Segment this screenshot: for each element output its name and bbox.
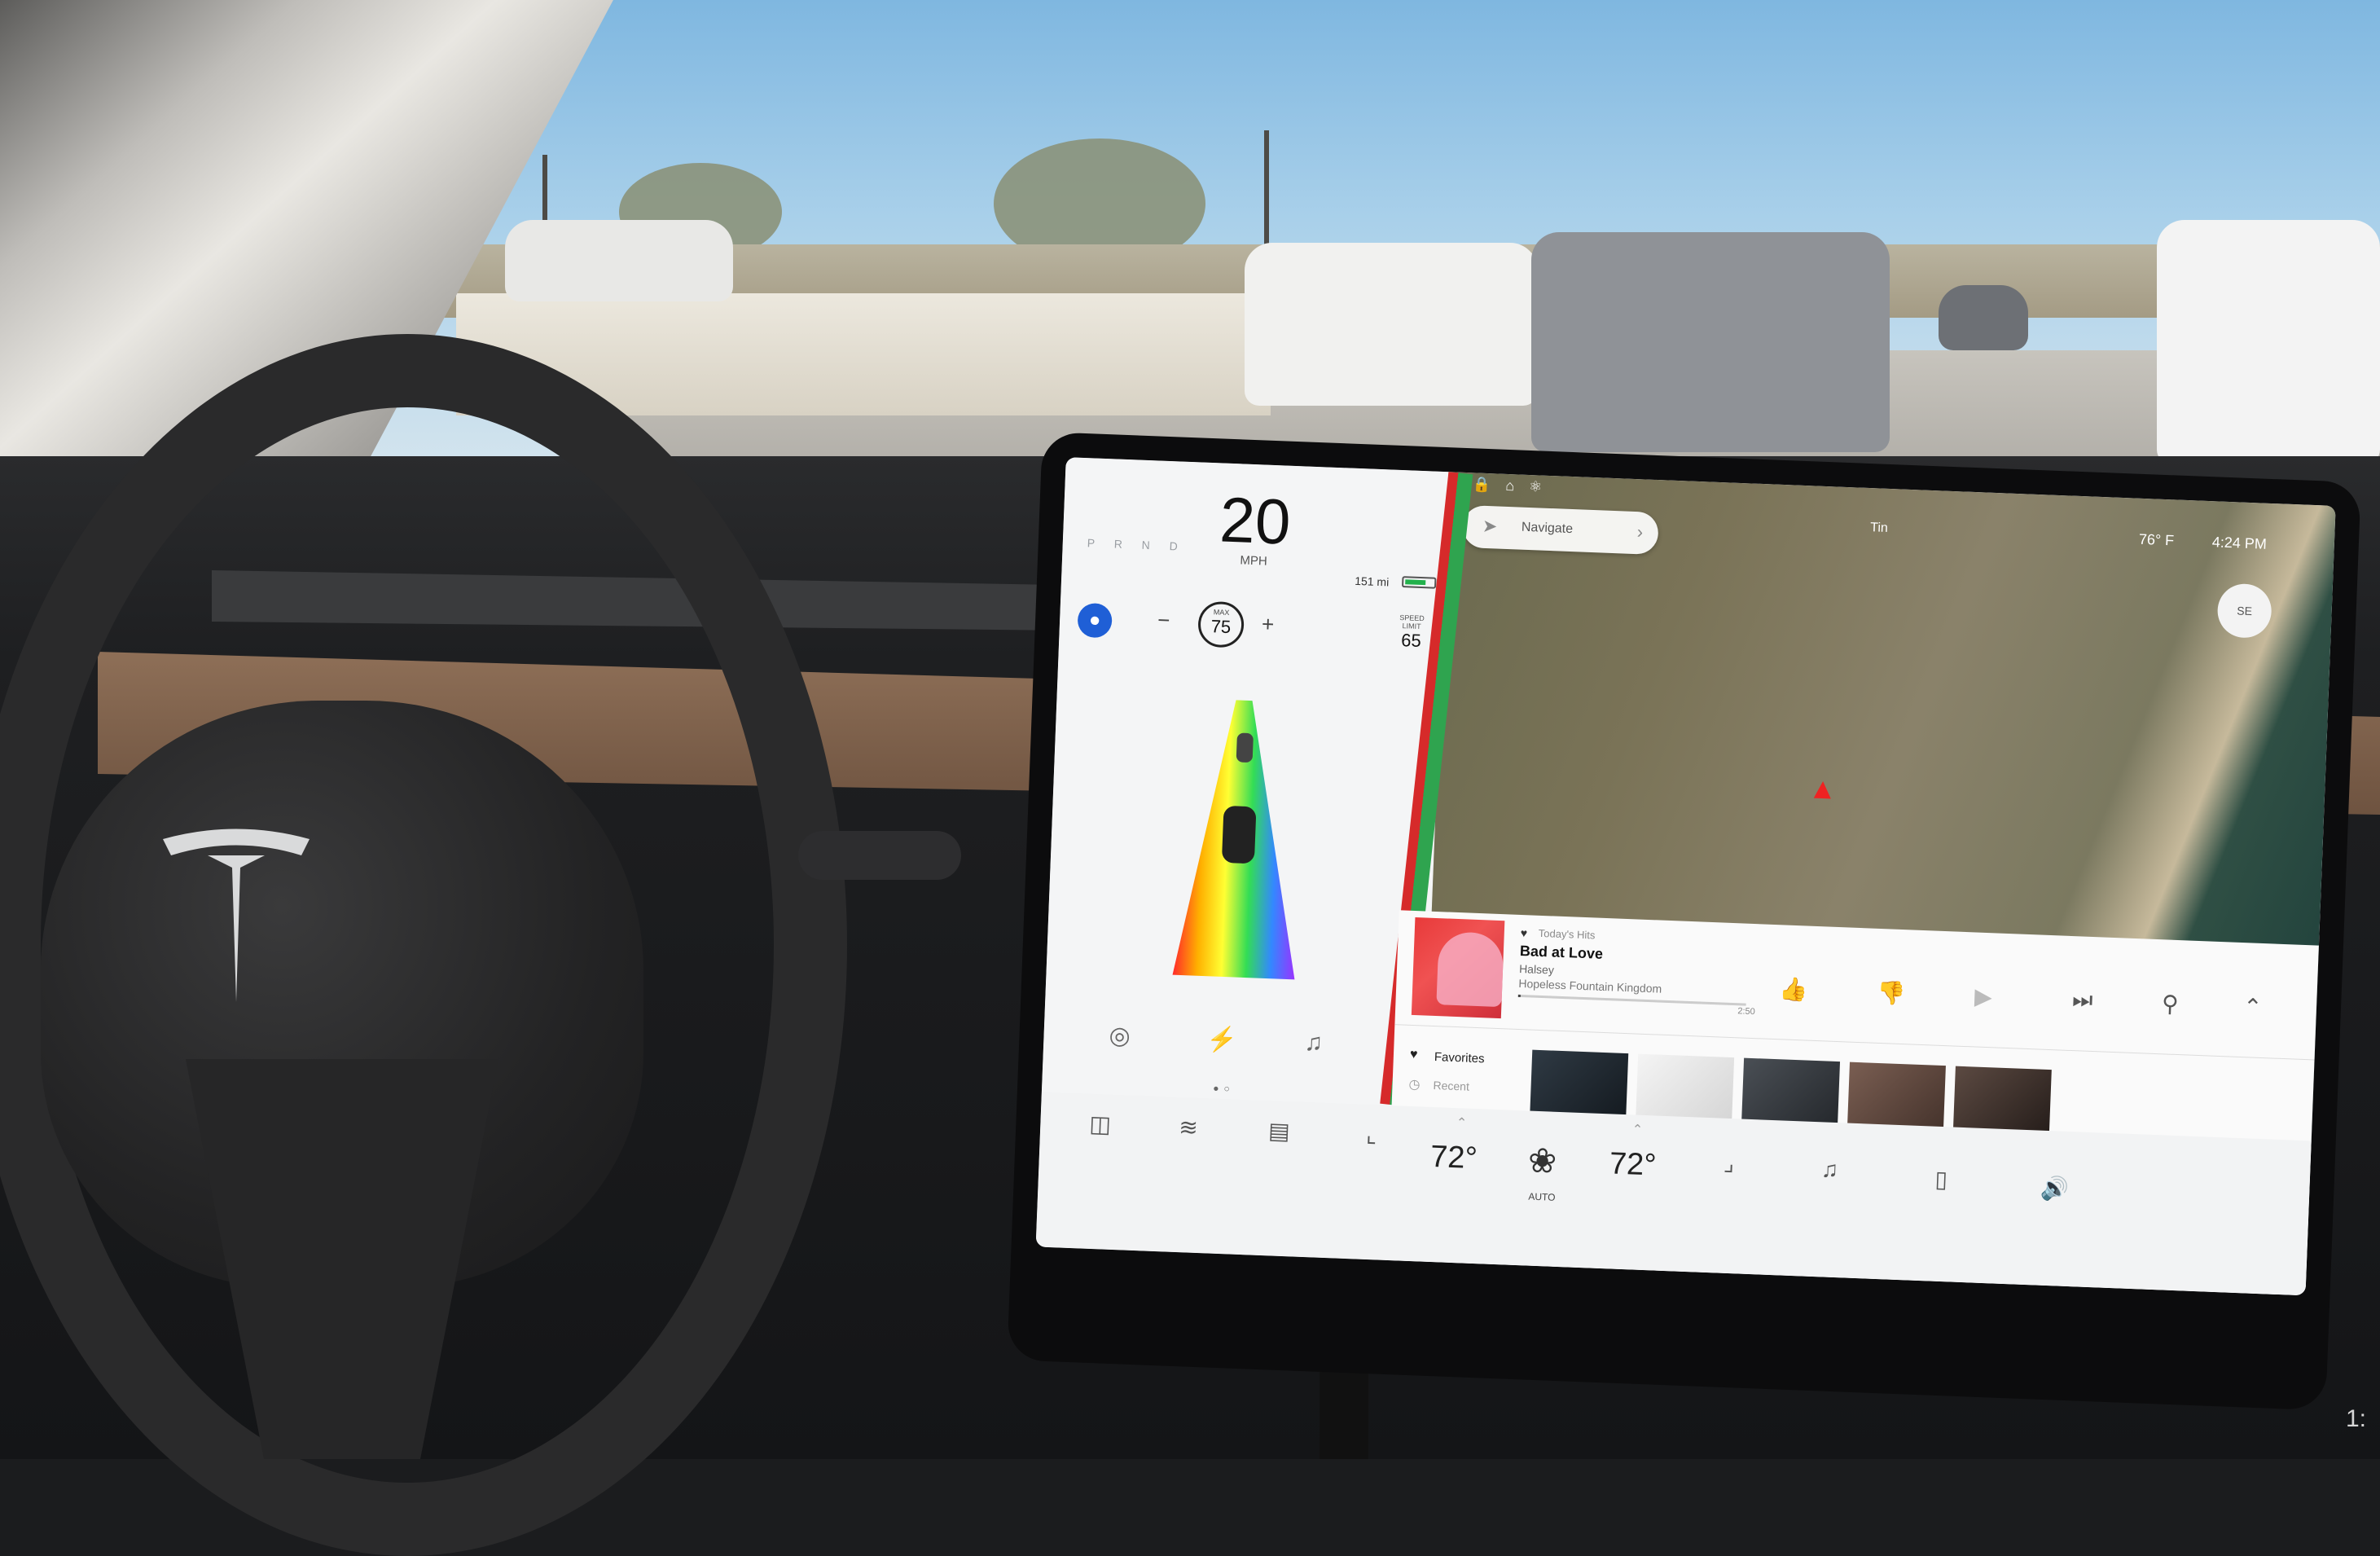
search-icon[interactable]: ⚲ bbox=[2161, 990, 2179, 1018]
mic-icon[interactable]: ♫ bbox=[1304, 1029, 1324, 1057]
distant-car bbox=[1939, 285, 2028, 350]
seat-heat-right-icon[interactable]: ⌟ bbox=[1724, 1149, 1735, 1176]
clock: 4:24 PM bbox=[2211, 534, 2268, 552]
speed-limit-label: SPEED LIMIT bbox=[1399, 613, 1425, 631]
navigate-arrow-icon: ➤ bbox=[1482, 515, 1498, 537]
gear-stalk bbox=[798, 831, 961, 880]
track-time: 2:50 bbox=[1737, 1006, 1755, 1018]
driver-temperature[interactable]: 72° bbox=[1429, 1140, 1478, 1176]
position-arrow-icon: ▲ bbox=[1807, 771, 1838, 806]
page-dots: ●○ bbox=[1212, 1082, 1235, 1095]
thumbs-up-icon[interactable]: 👍 bbox=[1779, 975, 1808, 1003]
playback-progress[interactable] bbox=[1517, 994, 1746, 1006]
white-sedan bbox=[1245, 243, 1538, 406]
touchscreen: P R N D 20 MPH 151 mi ● − MAX 75 + SPEED… bbox=[1035, 457, 2336, 1296]
set-speed-badge: MAX 75 bbox=[1197, 600, 1245, 648]
car-icon[interactable]: ◫ bbox=[1089, 1110, 1112, 1138]
track-album: Hopeless Fountain Kingdom bbox=[1518, 976, 1662, 996]
seat-heat-left-icon[interactable]: ⌞ bbox=[1366, 1121, 1377, 1148]
navigate-label: Navigate bbox=[1521, 520, 1574, 537]
fan-icon[interactable]: ❀ bbox=[1527, 1141, 1557, 1181]
chevron-right-icon: › bbox=[1636, 521, 1644, 543]
battery-icon bbox=[1401, 576, 1437, 589]
album-art[interactable] bbox=[1411, 917, 1505, 1019]
speed-limit-sign: SPEED LIMIT 65 bbox=[1391, 613, 1432, 653]
media-source: Today's Hits bbox=[1538, 926, 1596, 942]
clock-icon: ◷ bbox=[1408, 1077, 1421, 1092]
speed-limit-value: 65 bbox=[1400, 630, 1422, 652]
video-timestamp-fragment: 1: bbox=[2346, 1405, 2367, 1432]
heart-icon[interactable]: ♥ bbox=[1521, 926, 1528, 939]
battery-level-fill bbox=[1405, 579, 1426, 586]
passenger-temperature[interactable]: 72° bbox=[1609, 1146, 1657, 1183]
status-icons: 🔒⌂⚛ bbox=[1472, 476, 1557, 496]
defrost-rear-icon[interactable]: ▤ bbox=[1268, 1117, 1291, 1145]
track-title: Bad at Love bbox=[1519, 942, 1604, 962]
decrease-speed-button[interactable]: − bbox=[1157, 608, 1170, 634]
play-icon[interactable]: ▶ bbox=[1974, 982, 1993, 1010]
defrost-front-icon[interactable]: ≋ bbox=[1179, 1114, 1199, 1141]
volume-icon[interactable]: 🔊 bbox=[2040, 1175, 2070, 1202]
map-place-label: Tin bbox=[1869, 521, 1889, 535]
pickup-truck bbox=[505, 220, 733, 301]
fan-mode-label: AUTO bbox=[1528, 1190, 1556, 1203]
chevron-up-icon[interactable]: ⌃ bbox=[1456, 1114, 1467, 1131]
bolt-icon[interactable]: ⚡ bbox=[1206, 1025, 1238, 1054]
thumbs-down-icon[interactable]: 👎 bbox=[1877, 979, 1906, 1007]
music-icon[interactable]: ♫ bbox=[1820, 1156, 1838, 1183]
navigate-button[interactable]: ➤ Navigate › bbox=[1461, 504, 1659, 556]
steering-wheel-icon[interactable]: ● bbox=[1077, 602, 1113, 639]
camera-icon[interactable]: ◎ bbox=[1109, 1022, 1131, 1051]
gear-indicator: P R N D bbox=[1087, 536, 1187, 553]
track-artist: Halsey bbox=[1518, 961, 1555, 977]
recent-tab[interactable]: Recent bbox=[1433, 1079, 1469, 1093]
driving-panel: P R N D 20 MPH 151 mi ● − MAX 75 + SPEED… bbox=[1041, 457, 1450, 1107]
favorites-tab[interactable]: Favorites bbox=[1434, 1050, 1485, 1066]
tesla-logo bbox=[163, 829, 310, 1002]
heart-icon: ♥ bbox=[1409, 1047, 1418, 1062]
set-speed-value: 75 bbox=[1210, 616, 1232, 638]
chevron-up-icon[interactable]: ⌃ bbox=[2242, 993, 2263, 1021]
next-icon[interactable]: ⏭ bbox=[2072, 987, 2093, 1014]
ego-car-icon bbox=[1222, 806, 1256, 864]
outside-temperature: 76° F bbox=[2138, 530, 2175, 549]
speed-unit: MPH bbox=[1240, 553, 1268, 569]
touchscreen-bezel: P R N D 20 MPH 151 mi ● − MAX 75 + SPEED… bbox=[1007, 432, 2361, 1411]
white-minivan bbox=[2157, 220, 2380, 464]
increase-speed-button[interactable]: + bbox=[1262, 612, 1275, 638]
gray-sedan bbox=[1531, 232, 1890, 452]
compass-button[interactable]: SE bbox=[2216, 582, 2272, 640]
lead-car-icon bbox=[1236, 732, 1254, 763]
phone-icon[interactable]: ▯ bbox=[1934, 1166, 1948, 1193]
playback-progress-fill bbox=[1517, 994, 1521, 998]
lane-visualization bbox=[1172, 700, 1295, 980]
chevron-up-icon[interactable]: ⌃ bbox=[1631, 1121, 1643, 1137]
range-readout: 151 mi bbox=[1354, 574, 1390, 589]
album-art-figure bbox=[1436, 931, 1504, 1008]
speed-readout: 20 bbox=[1218, 483, 1293, 558]
